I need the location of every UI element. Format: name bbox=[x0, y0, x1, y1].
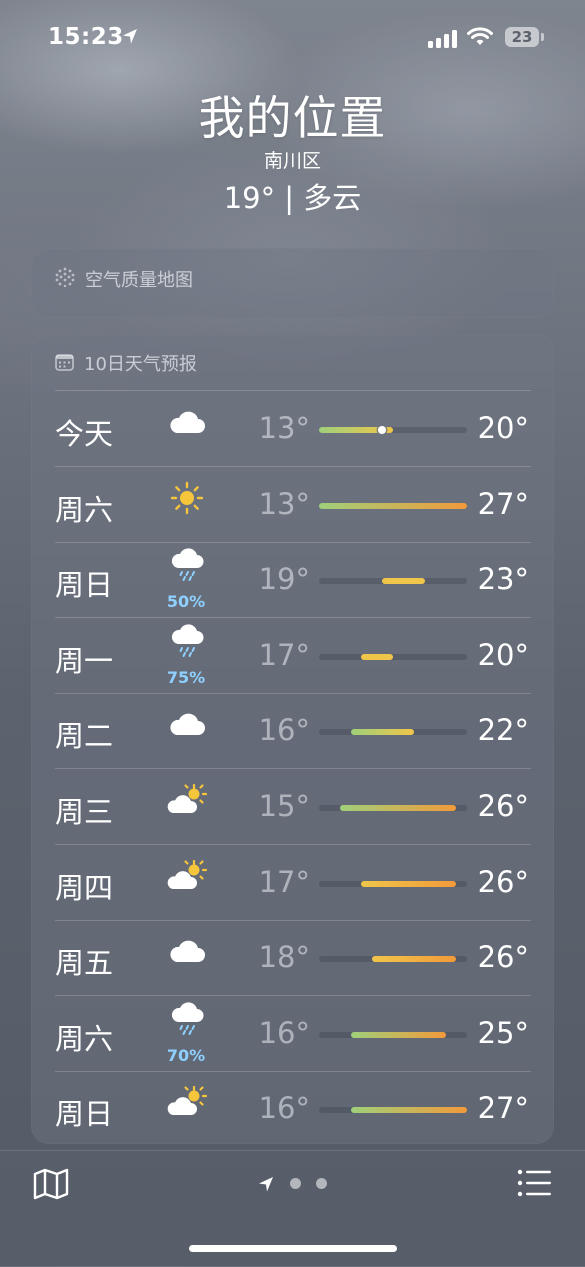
high-temperature: 26° bbox=[477, 789, 529, 823]
forecast-day: 周日 bbox=[55, 568, 114, 603]
high-temperature: 23° bbox=[477, 562, 529, 597]
location-arrow-icon bbox=[123, 29, 137, 44]
temperature-range-bar bbox=[319, 1107, 467, 1114]
forecast-day: 周一 bbox=[55, 643, 114, 678]
temperature-range-bar bbox=[319, 729, 467, 736]
precipitation-chance: 70% bbox=[166, 1045, 206, 1065]
precipitation-chance: 50% bbox=[166, 592, 206, 612]
cellular-signal-icon bbox=[428, 30, 458, 48]
temperature-range-fill bbox=[350, 729, 415, 736]
high-temperature: 25° bbox=[477, 1015, 529, 1050]
current-conditions: 19° | 多云 bbox=[223, 181, 362, 215]
low-temperature: 18° bbox=[258, 940, 310, 975]
low-temperature: 13° bbox=[258, 486, 310, 521]
temperature-range-fill bbox=[350, 1031, 446, 1038]
forecast-day: 周六 bbox=[55, 492, 114, 527]
low-temperature: 17° bbox=[258, 864, 310, 899]
cloud-rain-icon bbox=[171, 548, 204, 582]
location-arrow-icon[interactable] bbox=[257, 1175, 275, 1193]
high-temperature: 27° bbox=[477, 1091, 529, 1126]
low-temperature: 17° bbox=[258, 637, 310, 672]
forecast-row: 周一 75% 17° 20° bbox=[31, 618, 554, 694]
location-title: 我的位置 bbox=[198, 91, 387, 145]
cloud-icon bbox=[170, 411, 205, 433]
temperature-range-bar bbox=[319, 653, 467, 660]
temperature-range-bar bbox=[319, 426, 467, 434]
forecast-row: 周五 18° 26° bbox=[31, 920, 554, 997]
temperature-range-bar bbox=[319, 880, 467, 887]
forecast-day: 周四 bbox=[55, 870, 114, 905]
temperature-range-bar bbox=[319, 578, 467, 585]
low-temperature: 16° bbox=[258, 1015, 310, 1050]
forecast-row: 周四 17° 26° bbox=[31, 845, 554, 921]
temperature-range-fill bbox=[371, 956, 457, 963]
high-temperature: 26° bbox=[477, 864, 529, 899]
high-temperature: 22° bbox=[477, 713, 529, 748]
battery-tip bbox=[541, 33, 544, 41]
battery-level: 23 bbox=[511, 28, 533, 46]
temperature-range-fill bbox=[361, 653, 393, 660]
temperature-range-bar bbox=[319, 1031, 467, 1038]
partly-sunny-icon bbox=[167, 859, 208, 889]
forecast-row: 周三 15° 26° bbox=[31, 769, 554, 845]
ten-day-forecast-card: 10日天气预报 今天 13° 20° 周六 13° 27° 周日 50% 19° 23° 周一 75%… bbox=[31, 334, 554, 1144]
low-temperature: 16° bbox=[258, 713, 310, 748]
calendar-icon bbox=[55, 354, 74, 371]
forecast-day: 周三 bbox=[55, 795, 114, 829]
forecast-row: 周日 16° 27° bbox=[31, 1071, 554, 1147]
high-temperature: 20° bbox=[477, 411, 529, 445]
temperature-range-fill bbox=[350, 1107, 467, 1114]
temperature-range-fill bbox=[319, 502, 467, 509]
air-quality-label: 空气质量地图 bbox=[85, 270, 193, 291]
temperature-range-bar bbox=[319, 956, 467, 963]
low-temperature: 15° bbox=[258, 789, 310, 823]
low-temperature: 16° bbox=[258, 1091, 310, 1126]
cloud-icon bbox=[170, 940, 205, 963]
cloud-rain-icon bbox=[171, 1002, 204, 1035]
high-temperature: 27° bbox=[477, 486, 529, 521]
temperature-range-bar bbox=[319, 805, 467, 811]
high-temperature: 26° bbox=[477, 940, 529, 975]
forecast-row: 周二 16° 22° bbox=[31, 693, 554, 770]
high-temperature: 20° bbox=[477, 637, 529, 672]
temperature-range-fill bbox=[361, 880, 457, 887]
forecast-title: 10日天气预报 bbox=[84, 354, 197, 375]
sun-icon bbox=[170, 481, 204, 514]
air-quality-map-card[interactable]: 空气质量地图 bbox=[31, 248, 554, 318]
status-bar: 15:23 23 bbox=[0, 0, 585, 70]
air-quality-dots-icon bbox=[55, 267, 75, 287]
status-time: 15:23 bbox=[48, 24, 124, 50]
forecast-row: 周六 70% 16° 25° bbox=[31, 996, 554, 1072]
forecast-day: 周二 bbox=[55, 719, 114, 754]
district-name: 南川区 bbox=[263, 150, 321, 172]
home-indicator[interactable] bbox=[189, 1245, 397, 1252]
precipitation-chance: 75% bbox=[166, 667, 206, 687]
battery-icon: 23 bbox=[505, 27, 539, 47]
cloud-icon bbox=[170, 713, 205, 736]
partly-sunny-icon bbox=[167, 783, 208, 813]
temperature-range-fill bbox=[382, 578, 425, 585]
forecast-row: 周六 13° 27° bbox=[31, 467, 554, 543]
forecast-day: 周六 bbox=[55, 1021, 114, 1056]
wifi-icon bbox=[467, 27, 493, 45]
forecast-day: 周日 bbox=[55, 1097, 114, 1132]
page-indicator-dot[interactable] bbox=[290, 1178, 301, 1189]
cloud-rain-icon bbox=[171, 624, 204, 657]
partly-sunny-icon bbox=[167, 1086, 208, 1116]
temperature-range-fill bbox=[340, 805, 457, 811]
list-icon[interactable] bbox=[517, 1169, 551, 1197]
page-indicator-dot[interactable] bbox=[316, 1178, 327, 1189]
forecast-day: 今天 bbox=[55, 417, 114, 451]
map-icon[interactable] bbox=[33, 1168, 69, 1200]
forecast-day: 周五 bbox=[55, 946, 114, 981]
forecast-row: 周日 50% 19° 23° bbox=[31, 542, 554, 619]
temperature-range-bar bbox=[319, 502, 467, 509]
low-temperature: 19° bbox=[258, 562, 310, 597]
low-temperature: 13° bbox=[258, 411, 310, 445]
forecast-row: 今天 13° 20° bbox=[31, 391, 554, 467]
